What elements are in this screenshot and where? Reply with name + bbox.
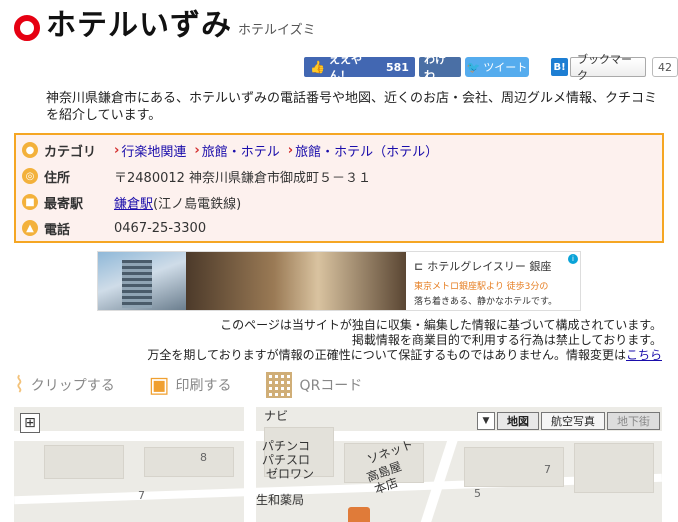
map-type-underground[interactable]: 地下街 [607, 412, 660, 430]
info-box: ● カテゴリ › 行楽地関連 › 旅館・ホテル › 旅館・ホテル（ホテル） ◎ 住所 … [14, 133, 664, 243]
paperclip-icon: ⌇ [14, 372, 25, 398]
map-label: 生和薬局 [256, 493, 305, 507]
map-number: 8 [200, 451, 207, 464]
hotel-logo-icon: ⊏ [414, 260, 424, 273]
chevron-down-icon[interactable]: ▼ [477, 412, 495, 430]
intro-text: 神奈川県鎌倉市にある、ホテルいずみの電話番号や地図、近くのお店・会社、周辺グルメ… [46, 91, 658, 123]
ad-text-panel: ⊏ ホテルグレイスリー 銀座 東京メトロ銀座駅より 徒歩3分の 落ち着きある、静か… [406, 252, 580, 310]
station-line: (江ノ島電鉄線) [153, 196, 242, 212]
hatena-icon: B! [551, 58, 569, 76]
logo-icon [14, 15, 40, 41]
ad-room-image [186, 252, 406, 310]
map-type-selector: ▼ 地図 航空写真 地下街 [477, 412, 660, 430]
map-road [420, 437, 458, 522]
hatena-bookmark-button[interactable]: B! ブックマーク 42 [551, 53, 678, 82]
map-pin-icon[interactable] [348, 507, 370, 522]
facebook-like-button[interactable]: 👍 ええやん！ 581 [304, 53, 415, 82]
qr-button[interactable]: QRコード [265, 372, 363, 398]
header: ホテルいずみ ホテルイズミ [14, 6, 316, 46]
category-list: › 行楽地関連 › 旅館・ホテル › 旅館・ホテル（ホテル） [114, 141, 446, 160]
facebook-like-count: 581 [385, 60, 409, 74]
house-icon: ▲ [22, 220, 38, 236]
tweet-label: ツイート [483, 61, 528, 74]
fullscreen-icon[interactable]: ⊞ [20, 413, 40, 433]
category-link[interactable]: › 旅館・ホテル [194, 141, 279, 160]
map-number: 5 [474, 487, 481, 500]
twitter-bird-icon: 🐦 [466, 60, 481, 74]
map-number: 7 [138, 489, 145, 502]
hatena-label: ブックマーク [570, 53, 647, 82]
disclaimer-line-2: 掲載情報を商業目的で利用する行為は禁止しております。 [351, 333, 662, 347]
arrow-icon: › [287, 142, 294, 158]
map-type-aerial[interactable]: 航空写真 [541, 412, 605, 430]
person-icon: ● [22, 142, 38, 158]
page-title: ホテルいずみ [46, 8, 232, 43]
clip-button[interactable]: ⌇ クリップする [14, 373, 115, 398]
advertisement-banner[interactable]: ⊏ ホテルグレイスリー 銀座 東京メトロ銀座駅より 徒歩3分の 落ち着きある、静か… [97, 251, 581, 311]
map-block [144, 447, 234, 477]
change-request-link[interactable]: こちら [626, 348, 662, 362]
facebook-like-label: ええやん！ [328, 53, 362, 82]
disclaimer-line-1: このページは当サイトが独自に収集・編集した情報に基づいて構成されています。 [220, 318, 662, 332]
map-road [14, 431, 662, 441]
toolbar: ⌇ クリップする ▣ 印刷する QRコード [14, 370, 396, 400]
station-link[interactable]: 鎌倉駅 [114, 193, 153, 212]
phone-label: 電話 [44, 222, 71, 238]
ad-line-3: 落ち着きある、静かなホテルです。 [414, 297, 558, 307]
address-value: 〒2480012 神奈川県鎌倉市御成町５－３１ [114, 170, 372, 186]
phone-row: ▲ 電話 0467-25-3300 [22, 215, 206, 241]
map-block [574, 443, 654, 493]
station-value: 鎌倉駅 (江ノ島電鉄線) [114, 193, 241, 212]
disclaimer: このページは当サイトが独自に収集・編集した情報に基づいて構成されています。 掲載… [62, 318, 662, 363]
ad-building-image [98, 252, 186, 310]
map-label: ナビ [264, 409, 289, 423]
print-label: 印刷する [175, 378, 232, 394]
map-road [244, 407, 256, 522]
social-buttons: 👍 ええやん！ 581 わけわ 🐦 ツイート B! ブックマーク 42 [304, 53, 678, 82]
printer-icon: ▣ [148, 372, 170, 398]
hatena-count: 42 [652, 57, 678, 77]
map-label: ゼロワン [266, 467, 315, 481]
ad-info-icon[interactable]: i [568, 254, 578, 264]
station-row: ■ 最寄駅 鎌倉駅 (江ノ島電鉄線) [22, 189, 241, 215]
arrow-icon: › [194, 142, 200, 158]
qr-label: QRコード [299, 378, 363, 394]
category-row: ● カテゴリ › 行楽地関連 › 旅館・ホテル › 旅館・ホテル（ホテル） [22, 137, 446, 163]
page-title-kana: ホテルイズミ [238, 23, 316, 38]
thumbs-up-icon: 👍 [310, 60, 325, 74]
location-icon: ◎ [22, 168, 38, 184]
map-view[interactable]: ナビ パチンコ パチスロ ゼロワン ソネット 高島屋 本店 生和薬局 8 7 5… [14, 407, 662, 522]
map-number: 7 [544, 463, 551, 476]
print-button[interactable]: ▣ 印刷する [149, 373, 232, 398]
category-link[interactable]: › 旅館・ホテル（ホテル） [288, 141, 438, 160]
map-block [44, 445, 124, 479]
ad-brand: ⊏ ホテルグレイスリー 銀座 [414, 260, 552, 273]
ad-line-2: 東京メトロ銀座駅より 徒歩3分の [414, 282, 549, 292]
phone-value: 0467-25-3300 [114, 220, 207, 236]
category-link[interactable]: › 行楽地関連 [114, 141, 186, 160]
wakewaka-button[interactable]: わけわ [418, 53, 461, 82]
arrow-icon: › [114, 142, 120, 158]
tweet-button[interactable]: 🐦 ツイート [464, 57, 530, 77]
qr-code-icon [265, 372, 292, 398]
clip-label: クリップする [30, 378, 115, 394]
category-label: カテゴリ [44, 144, 97, 160]
address-label: 住所 [44, 170, 71, 186]
map-type-map[interactable]: 地図 [497, 412, 539, 430]
address-row: ◎ 住所 〒2480012 神奈川県鎌倉市御成町５－３１ [22, 163, 371, 189]
station-label: 最寄駅 [44, 196, 84, 212]
disclaimer-line-3: 万全を期しておりますが情報の正確性について保証するものではありません。情報変更は… [147, 348, 662, 362]
train-icon: ■ [22, 194, 38, 210]
